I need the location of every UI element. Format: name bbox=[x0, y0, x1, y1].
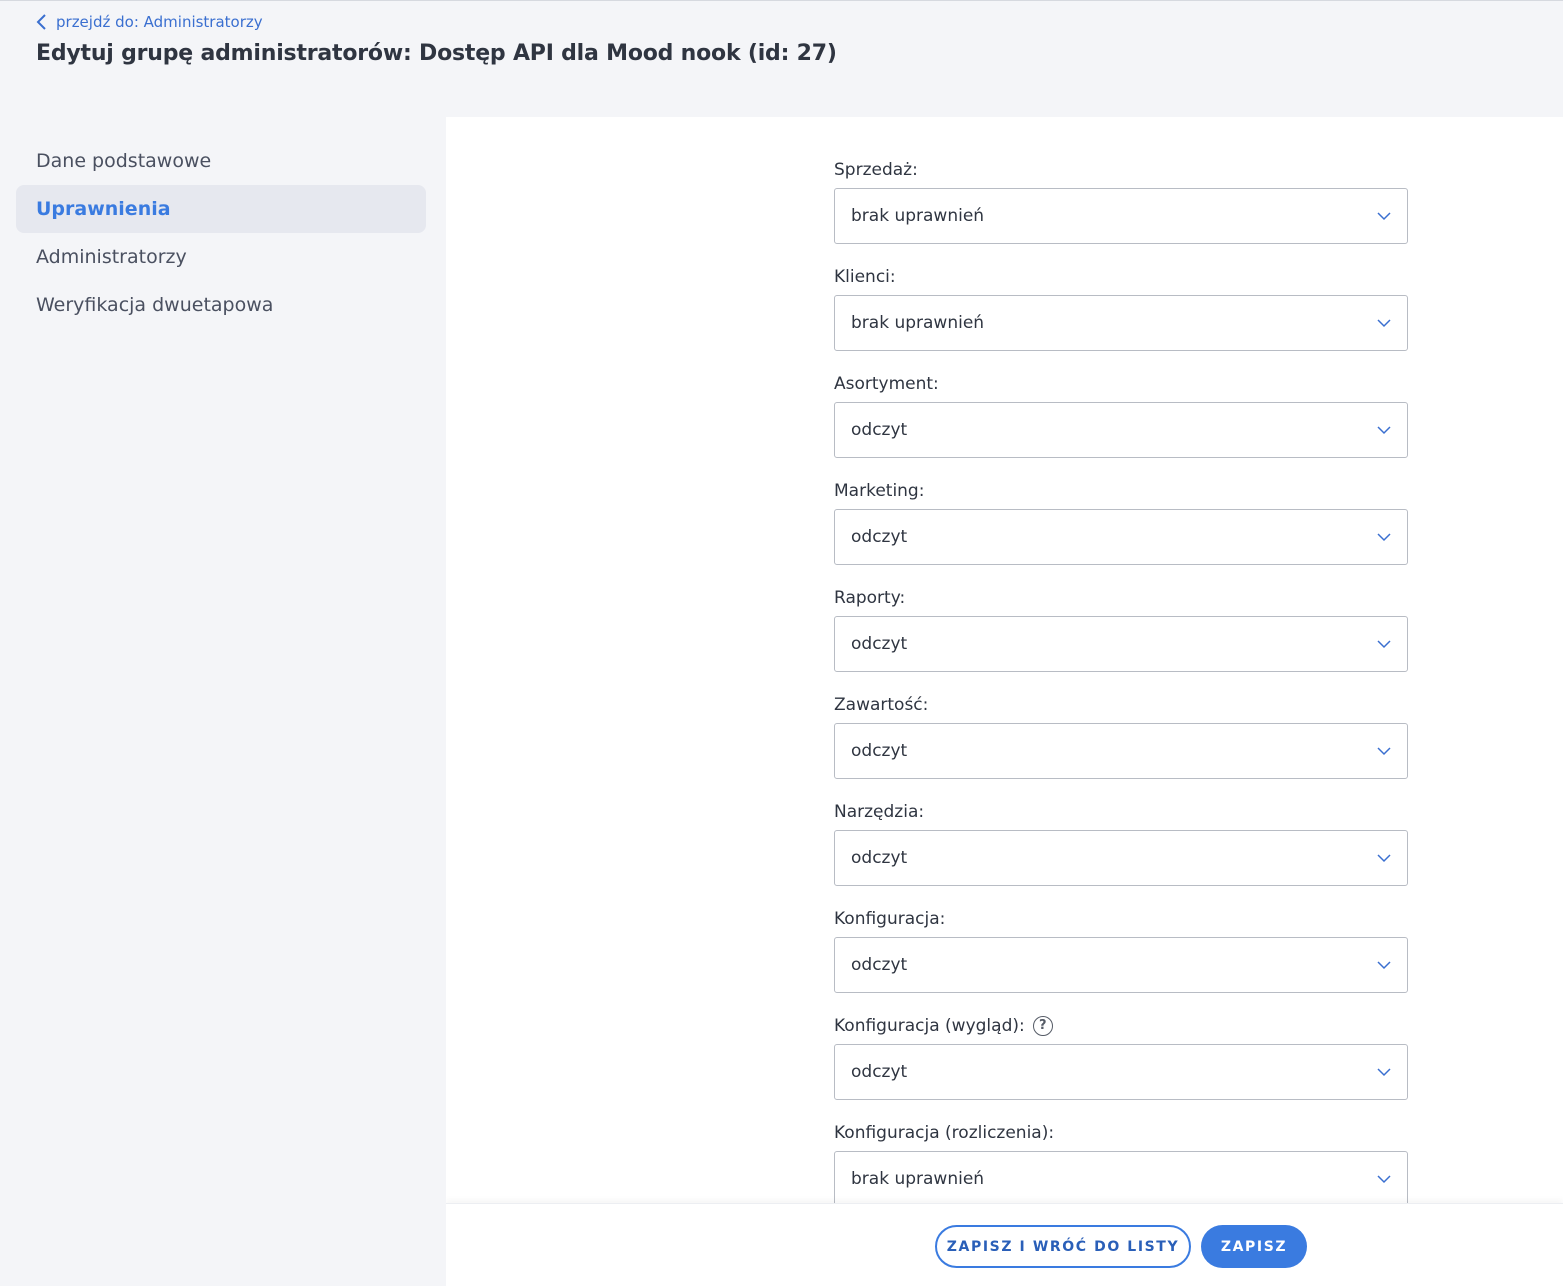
sidebar-item-uprawnienia[interactable]: Uprawnienia bbox=[16, 185, 426, 233]
chevron-down-icon bbox=[1377, 747, 1391, 756]
select-value: odczyt bbox=[851, 634, 908, 654]
field-label: Raporty: bbox=[834, 587, 1408, 616]
field-label-text: Konfiguracja: bbox=[834, 909, 946, 929]
select-value: brak uprawnień bbox=[851, 206, 985, 226]
chevron-down-icon bbox=[1377, 854, 1391, 863]
field-label-text: Raporty: bbox=[834, 588, 906, 608]
field-label: Narzędzia: bbox=[834, 801, 1408, 830]
chevron-left-icon bbox=[36, 14, 46, 30]
field-label-text: Klienci: bbox=[834, 267, 896, 287]
chevron-down-icon bbox=[1377, 1175, 1391, 1184]
main-panel: Sprzedaż: brak uprawnień Klienci: brak u… bbox=[446, 117, 1563, 1286]
raporty-select[interactable]: odczyt bbox=[834, 616, 1408, 672]
konfiguracja-rozliczenia-select[interactable]: brak uprawnień bbox=[834, 1151, 1408, 1207]
back-link-label: przejdź do: Administratorzy bbox=[56, 13, 263, 31]
select-value: odczyt bbox=[851, 420, 908, 440]
select-value: odczyt bbox=[851, 741, 908, 761]
sidebar-item-weryfikacja-dwuetapowa[interactable]: Weryfikacja dwuetapowa bbox=[16, 281, 426, 329]
field-label-text: Sprzedaż: bbox=[834, 160, 918, 180]
select-value: brak uprawnień bbox=[851, 313, 985, 333]
field-label-text: Zawartość: bbox=[834, 695, 929, 715]
back-link[interactable]: przejdź do: Administratorzy bbox=[36, 13, 263, 31]
field-label: Zawartość: bbox=[834, 694, 1408, 723]
save-and-back-button[interactable]: ZAPISZ I WRÓĆ DO LISTY bbox=[935, 1225, 1191, 1268]
field-label: Sprzedaż: bbox=[834, 159, 1408, 188]
field-zawartosc: Zawartość: odczyt bbox=[834, 694, 1408, 801]
konfiguracja-wyglad-select[interactable]: odczyt bbox=[834, 1044, 1408, 1100]
field-label: Klienci: bbox=[834, 266, 1408, 295]
sprzedaz-select[interactable]: brak uprawnień bbox=[834, 188, 1408, 244]
field-sprzedaz: Sprzedaż: brak uprawnień bbox=[834, 159, 1408, 266]
field-label-text: Narzędzia: bbox=[834, 802, 925, 822]
select-value: odczyt bbox=[851, 527, 908, 547]
field-label: Konfiguracja: bbox=[834, 908, 1408, 937]
field-label-text: Konfiguracja (rozliczenia): bbox=[834, 1123, 1055, 1143]
chevron-down-icon bbox=[1377, 1068, 1391, 1077]
konfiguracja-select[interactable]: odczyt bbox=[834, 937, 1408, 993]
sidebar-item-dane-podstawowe[interactable]: Dane podstawowe bbox=[16, 137, 426, 185]
sidebar-item-administratorzy[interactable]: Administratorzy bbox=[16, 233, 426, 281]
chevron-down-icon bbox=[1377, 533, 1391, 542]
select-value: odczyt bbox=[851, 848, 908, 868]
chevron-down-icon bbox=[1377, 426, 1391, 435]
sidebar: Dane podstawowe Uprawnienia Administrato… bbox=[16, 137, 426, 329]
form-footer: ZAPISZ I WRÓĆ DO LISTY ZAPISZ bbox=[446, 1203, 1563, 1286]
field-klienci: Klienci: brak uprawnień bbox=[834, 266, 1408, 373]
field-raporty: Raporty: odczyt bbox=[834, 587, 1408, 694]
save-button[interactable]: ZAPISZ bbox=[1201, 1225, 1307, 1268]
permissions-form: Sprzedaż: brak uprawnień Klienci: brak u… bbox=[834, 159, 1408, 1229]
field-label: Konfiguracja (wygląd): ? bbox=[834, 1015, 1408, 1044]
chevron-down-icon bbox=[1377, 319, 1391, 328]
field-label-text: Konfiguracja (wygląd): bbox=[834, 1016, 1025, 1036]
field-label-text: Asortyment: bbox=[834, 374, 939, 394]
field-konfiguracja: Konfiguracja: odczyt bbox=[834, 908, 1408, 1015]
field-label: Marketing: bbox=[834, 480, 1408, 509]
asortyment-select[interactable]: odczyt bbox=[834, 402, 1408, 458]
narzedzia-select[interactable]: odczyt bbox=[834, 830, 1408, 886]
chevron-down-icon bbox=[1377, 961, 1391, 970]
zawartosc-select[interactable]: odczyt bbox=[834, 723, 1408, 779]
chevron-down-icon bbox=[1377, 640, 1391, 649]
select-value: odczyt bbox=[851, 955, 908, 975]
marketing-select[interactable]: odczyt bbox=[834, 509, 1408, 565]
field-asortyment: Asortyment: odczyt bbox=[834, 373, 1408, 480]
field-narzedzia: Narzędzia: odczyt bbox=[834, 801, 1408, 908]
select-value: odczyt bbox=[851, 1062, 908, 1082]
field-label: Konfiguracja (rozliczenia): bbox=[834, 1122, 1408, 1151]
field-konfiguracja-wyglad: Konfiguracja (wygląd): ? odczyt bbox=[834, 1015, 1408, 1122]
field-label-text: Marketing: bbox=[834, 481, 925, 501]
field-marketing: Marketing: odczyt bbox=[834, 480, 1408, 587]
klienci-select[interactable]: brak uprawnień bbox=[834, 295, 1408, 351]
help-icon[interactable]: ? bbox=[1032, 1016, 1053, 1036]
chevron-down-icon bbox=[1377, 212, 1391, 221]
field-label: Asortyment: bbox=[834, 373, 1408, 402]
select-value: brak uprawnień bbox=[851, 1169, 985, 1189]
page-title: Edytuj grupę administratorów: Dostęp API… bbox=[36, 41, 837, 66]
